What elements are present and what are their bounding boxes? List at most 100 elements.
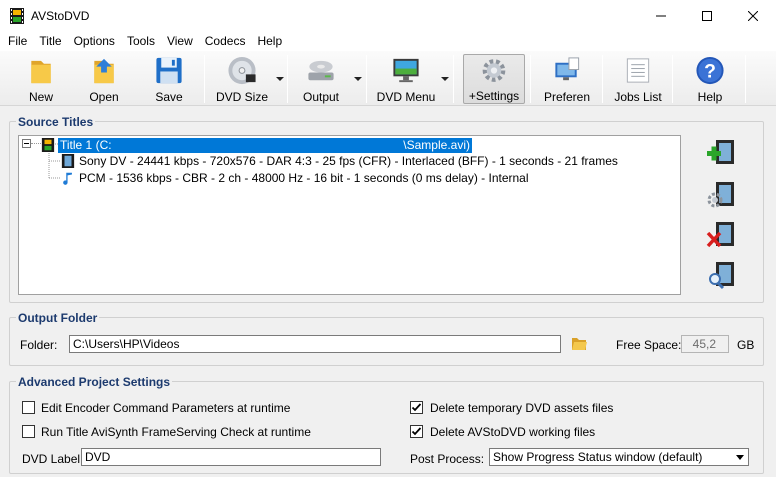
menu-help[interactable]: Help xyxy=(251,31,288,51)
toolbar-separator xyxy=(602,55,603,103)
folder-label: Folder: xyxy=(20,338,58,352)
toolbar-separator xyxy=(745,55,746,103)
menu-options[interactable]: Options xyxy=(68,31,121,51)
menu-bar: File Title Options Tools View Codecs Hel… xyxy=(0,31,776,51)
film-strip-icon xyxy=(41,138,55,152)
preferences-label: Preferen xyxy=(543,90,591,104)
post-process-value: Show Progress Status window (default) xyxy=(493,450,703,464)
output-folder-heading: Output Folder xyxy=(16,311,100,325)
video-stream-label: Sony DV - 24441 kbps - 720x576 - DAR 4:3… xyxy=(79,154,618,168)
dvd-label-input[interactable]: DVD xyxy=(81,448,381,466)
collapse-toggle[interactable] xyxy=(22,139,31,148)
menu-codecs[interactable]: Codecs xyxy=(199,31,252,51)
save-label: Save xyxy=(155,90,183,104)
output-dropdown-icon[interactable] xyxy=(354,77,362,81)
open-label: Open xyxy=(89,90,119,104)
settings-label: +Settings xyxy=(468,89,520,103)
new-label: New xyxy=(28,90,53,104)
video-stream-row[interactable]: Sony DV - 24441 kbps - 720x576 - DAR 4:3… xyxy=(61,153,618,169)
edit-encoder-checkbox[interactable] xyxy=(22,401,35,414)
free-space-label: Free Space: xyxy=(616,338,682,352)
output-label: Output xyxy=(302,90,340,104)
maximize-icon xyxy=(702,10,712,21)
dvd-menu-dropdown-icon[interactable] xyxy=(441,77,449,81)
checkmark-icon xyxy=(411,403,422,412)
toolbar-separator xyxy=(672,55,673,103)
title-row[interactable]: Title 1 (C: \Sample.avi) xyxy=(41,137,472,153)
delete-temp-checkbox[interactable] xyxy=(410,401,423,414)
dvd-disc-icon xyxy=(228,56,256,85)
maximize-button[interactable] xyxy=(684,0,730,31)
output-button[interactable]: Output xyxy=(295,54,347,104)
dvd-size-button[interactable]: DVD Size xyxy=(212,54,272,104)
advanced-settings-heading: Advanced Project Settings xyxy=(16,375,173,389)
new-folder-icon xyxy=(31,60,51,84)
preferences-button[interactable]: Preferen xyxy=(537,54,597,104)
close-icon xyxy=(748,10,758,21)
toolbar-separator xyxy=(287,55,288,103)
free-space-value: 45,2 xyxy=(681,335,729,353)
jobs-list-label: Jobs List xyxy=(614,90,662,104)
delete-temp-label: Delete temporary DVD assets files xyxy=(430,401,614,415)
run-check-checkbox[interactable] xyxy=(22,425,35,438)
source-titles-heading: Source Titles xyxy=(16,115,96,129)
title-row-label: Title 1 (C: \Sample.avi) xyxy=(58,137,472,153)
toolbar: New Open Save DVD Size Output DVD Menu +… xyxy=(0,51,776,106)
add-title-icon[interactable] xyxy=(706,138,736,168)
preview-title-icon[interactable] xyxy=(706,260,736,290)
title-row-label-right: \Sample.avi) xyxy=(403,137,470,152)
help-icon: ? xyxy=(696,56,724,85)
gear-icon xyxy=(482,59,506,82)
dvd-menu-label: DVD Menu xyxy=(376,90,436,104)
list-icon xyxy=(626,58,650,83)
settings-button[interactable]: +Settings xyxy=(463,54,525,104)
folder-input[interactable]: C:\Users\HP\Videos xyxy=(69,335,561,353)
floppy-disk-icon xyxy=(156,57,182,84)
window-title: AVStoDVD xyxy=(31,8,90,23)
open-button[interactable]: Open xyxy=(77,54,131,104)
dvd-menu-button[interactable]: DVD Menu xyxy=(374,54,438,104)
run-check-label: Run Title AviSynth FrameServing Check at… xyxy=(41,425,311,439)
delete-working-checkbox[interactable] xyxy=(410,425,423,438)
delete-working-label: Delete AVStoDVD working files xyxy=(430,425,596,439)
close-button[interactable] xyxy=(730,0,776,31)
browse-folder-icon[interactable] xyxy=(571,336,588,351)
menu-tools[interactable]: Tools xyxy=(121,31,161,51)
checkmark-icon xyxy=(411,427,422,436)
title-bar: AVStoDVD xyxy=(0,0,776,31)
menu-file[interactable]: File xyxy=(2,31,33,51)
menu-view[interactable]: View xyxy=(161,31,199,51)
tree-line-root xyxy=(31,143,41,144)
svg-text:?: ? xyxy=(704,60,716,82)
dvd-size-label: DVD Size xyxy=(215,90,268,104)
jobs-list-button[interactable]: Jobs List xyxy=(610,54,666,104)
chevron-down-icon xyxy=(736,455,744,460)
post-process-select[interactable]: Show Progress Status window (default) xyxy=(489,448,749,466)
open-folder-icon xyxy=(94,58,114,84)
toolbar-separator xyxy=(530,55,531,103)
title-row-label-left: Title 1 (C: xyxy=(60,137,112,152)
help-button[interactable]: ? Help xyxy=(682,54,738,104)
toolbar-separator xyxy=(204,55,205,103)
post-process-label: Post Process: xyxy=(410,452,485,466)
audio-stream-label: PCM - 1536 kbps - CBR - 2 ch - 48000 Hz … xyxy=(79,171,529,185)
film-strip-icon xyxy=(10,7,24,24)
save-button[interactable]: Save xyxy=(142,54,196,104)
monitor-icon xyxy=(393,58,419,83)
toolbar-separator xyxy=(453,55,454,103)
menu-title[interactable]: Title xyxy=(33,31,67,51)
source-titles-tree[interactable]: Title 1 (C: \Sample.avi) Sony DV - 24441… xyxy=(18,135,681,295)
remove-title-icon[interactable] xyxy=(706,220,736,250)
toolbar-separator xyxy=(366,55,367,103)
title-settings-icon[interactable] xyxy=(706,180,736,210)
minimize-button[interactable] xyxy=(638,0,684,31)
audio-stream-row[interactable]: PCM - 1536 kbps - CBR - 2 ch - 48000 Hz … xyxy=(61,170,529,186)
preferences-monitor-icon xyxy=(555,57,580,81)
music-note-icon xyxy=(63,172,72,185)
new-button[interactable]: New xyxy=(14,54,68,104)
minimize-icon xyxy=(656,15,666,16)
disc-drive-icon xyxy=(308,60,334,81)
help-label: Help xyxy=(697,90,723,104)
dvd-label-label: DVD Label: xyxy=(22,452,84,466)
dvd-size-dropdown-icon[interactable] xyxy=(276,77,284,81)
